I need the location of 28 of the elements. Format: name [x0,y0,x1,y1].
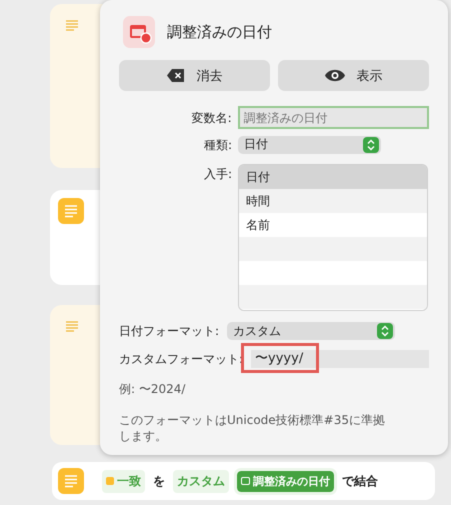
stepper-icon [377,323,394,339]
popover-title: 調整済みの日付 [167,22,272,42]
eye-icon [324,69,344,82]
stepper-icon [363,136,379,152]
calendar-icon [123,16,155,48]
field-label: 入手: [202,166,232,183]
type-dropdown[interactable]: 日付 [238,136,381,154]
example-text: 例: 〜2024/ [119,381,186,398]
delete-icon [166,69,184,82]
clear-button[interactable]: 消去 [119,60,270,91]
text-lines-icon [65,321,79,333]
date-format-dropdown[interactable]: カスタム [227,322,396,340]
action-text: を [153,472,165,490]
field-label: 変数名: [190,110,232,127]
variable-name-field[interactable]: 調整済みの日付 [238,106,429,129]
text-lines-icon [65,20,79,32]
note-text: このフォーマットはUnicode技術標準#35に準拠します。 [119,412,386,444]
list-item[interactable]: 名前 [239,213,427,237]
text-lines-icon [58,468,84,494]
variable-icon [241,477,250,485]
field-label: 日付フォーマット: [119,322,220,340]
action-text: で結合 [342,472,378,490]
custom-format-field[interactable]: 〜yyyy/ [251,350,429,368]
text-lines-icon [58,198,84,224]
list-item[interactable]: 時間 [239,189,427,213]
field-label: 種類: [202,137,232,154]
list-item[interactable]: 日付 [239,165,427,189]
show-button[interactable]: 表示 [278,60,429,91]
